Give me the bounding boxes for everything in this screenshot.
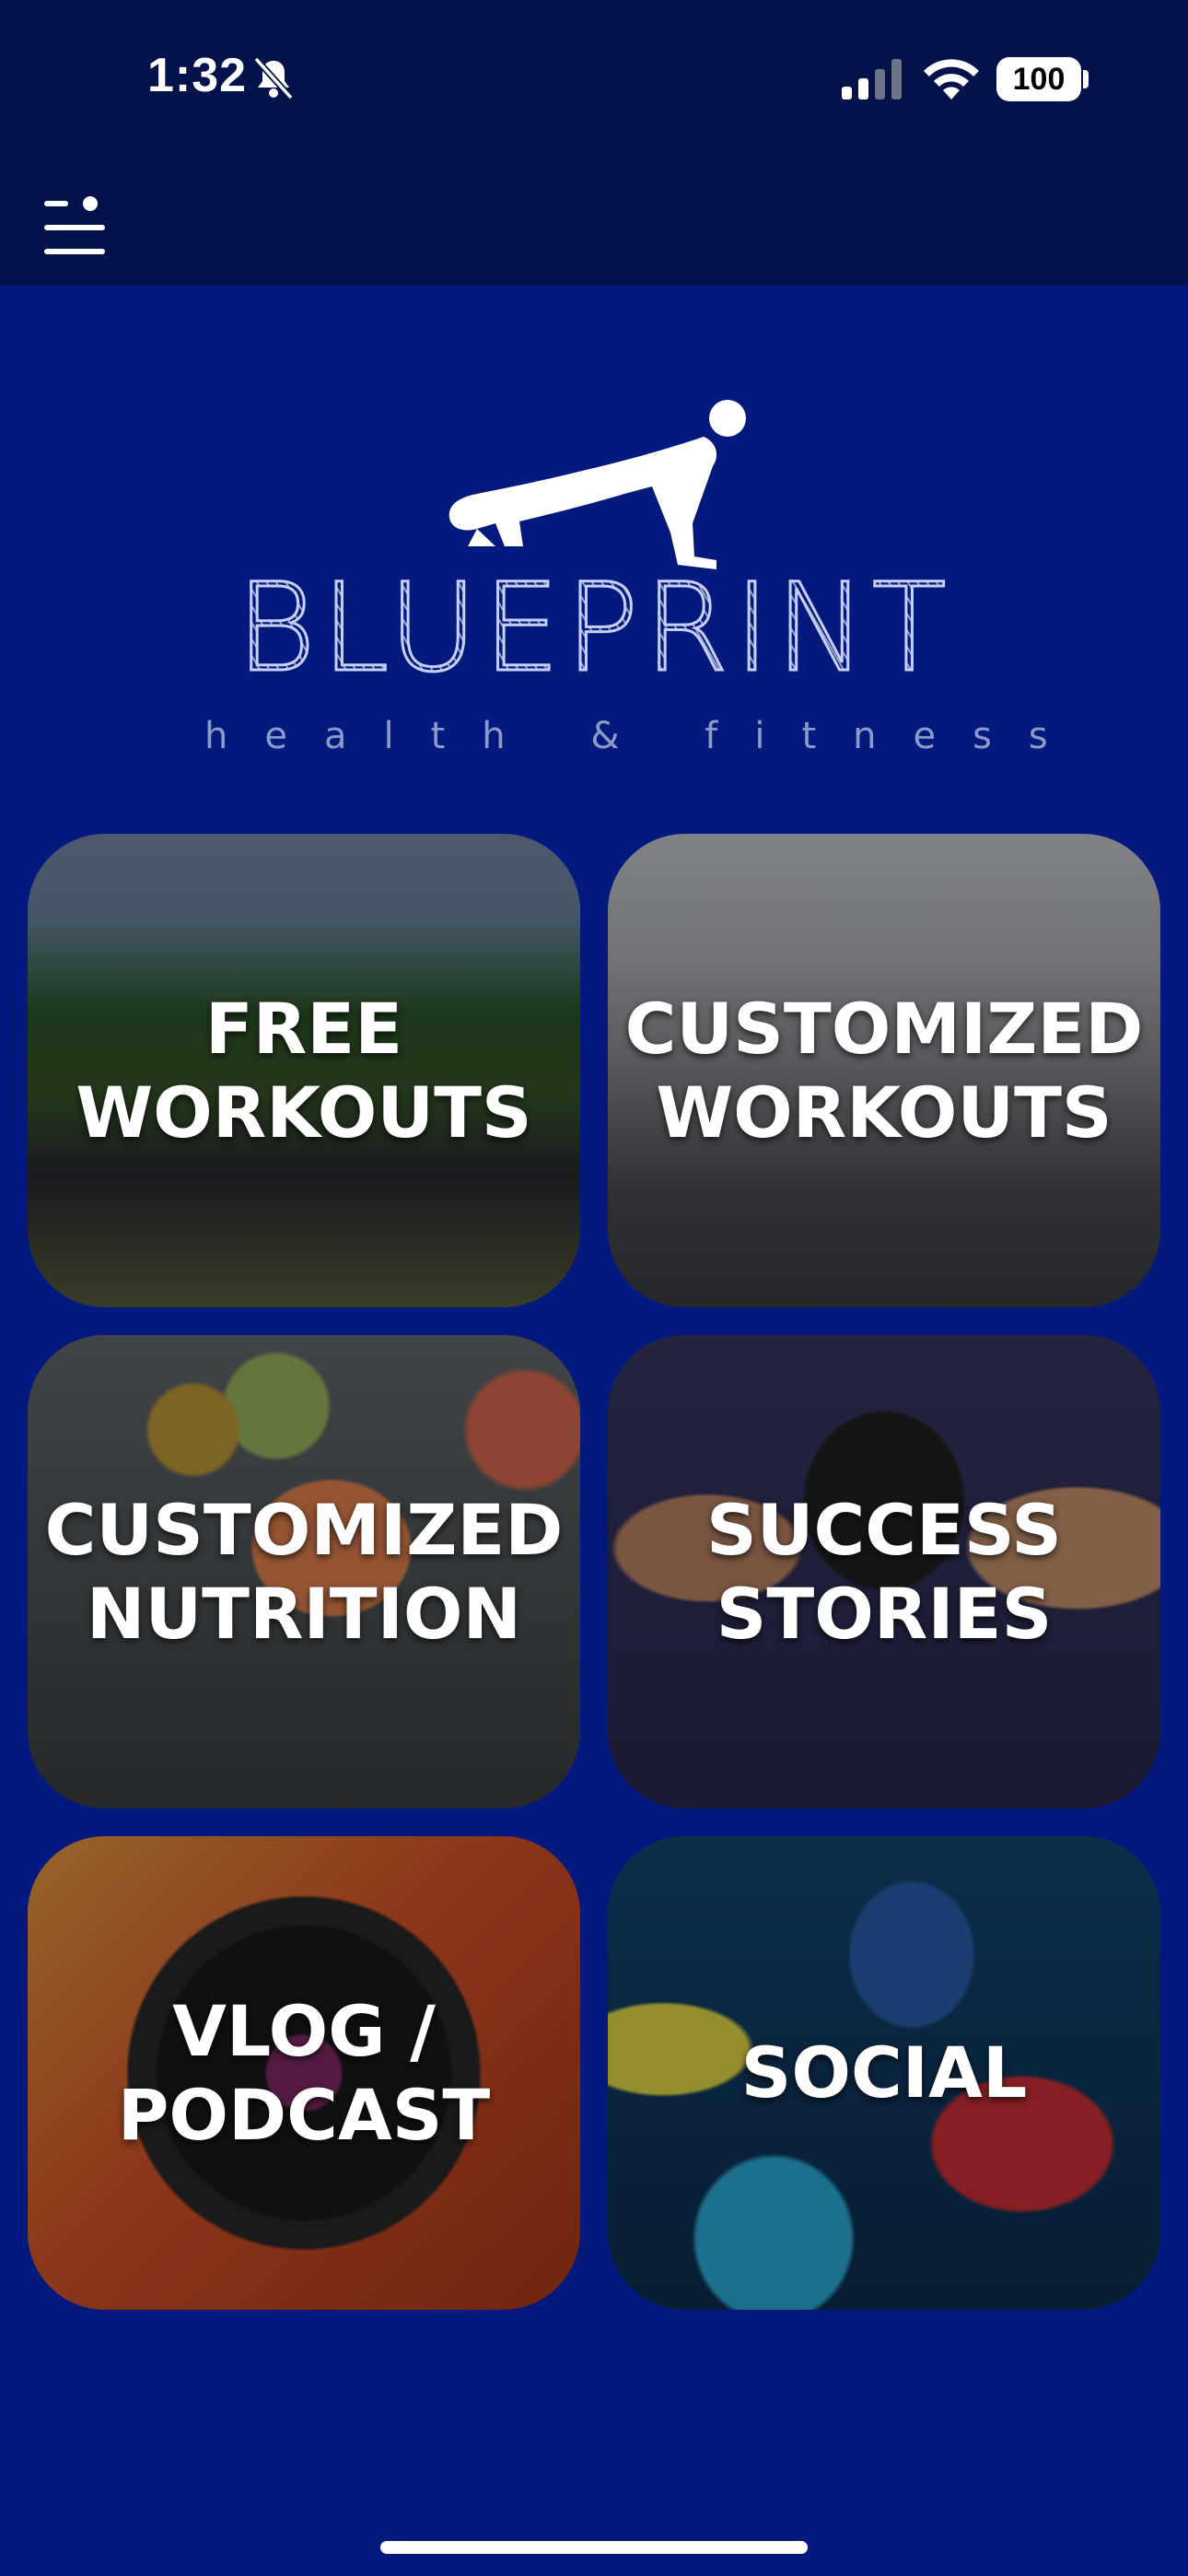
social-tile[interactable]: SOCIAL — [608, 1836, 1160, 2310]
brand-logo: BLUEPRINT health & fitness — [193, 387, 1085, 765]
wifi-icon — [924, 59, 979, 100]
free-workouts-label: FREE WORKOUTS — [76, 987, 532, 1153]
vlog-podcast-label: VLOG / PODCAST — [117, 1989, 491, 2156]
brand-name: BLUEPRINT — [193, 567, 995, 691]
customized-workouts-label: CUSTOMIZED WORKOUTS — [624, 987, 1144, 1153]
success-stories-tile[interactable]: SUCCESS STORIES — [608, 1335, 1160, 1809]
customized-workouts-tile[interactable]: CUSTOMIZED WORKOUTS — [608, 834, 1160, 1307]
status-time: 1:32 — [147, 49, 248, 102]
brand-tagline: health & fitness — [204, 715, 1085, 757]
battery-indicator: 100 — [996, 57, 1081, 101]
bell-slash-icon — [253, 56, 294, 100]
home-indicator[interactable] — [380, 2541, 808, 2554]
free-workouts-tile[interactable]: FREE WORKOUTS — [28, 834, 580, 1307]
vlog-podcast-tile[interactable]: VLOG / PODCAST — [28, 1836, 580, 2310]
social-label: SOCIAL — [740, 2032, 1028, 2114]
menu-icon[interactable] — [42, 195, 109, 260]
customized-nutrition-label: CUSTOMIZED NUTRITION — [44, 1488, 564, 1655]
menu-grid: FREE WORKOUTS CUSTOMIZED WORKOUTS CUSTOM… — [28, 834, 1160, 2310]
cellular-signal-icon — [842, 59, 902, 100]
top-bar — [0, 0, 1188, 286]
success-stories-label: SUCCESS STORIES — [706, 1488, 1062, 1655]
battery-tip — [1083, 70, 1089, 88]
customized-nutrition-tile[interactable]: CUSTOMIZED NUTRITION — [28, 1335, 580, 1809]
pushup-figure-icon — [448, 400, 746, 569]
